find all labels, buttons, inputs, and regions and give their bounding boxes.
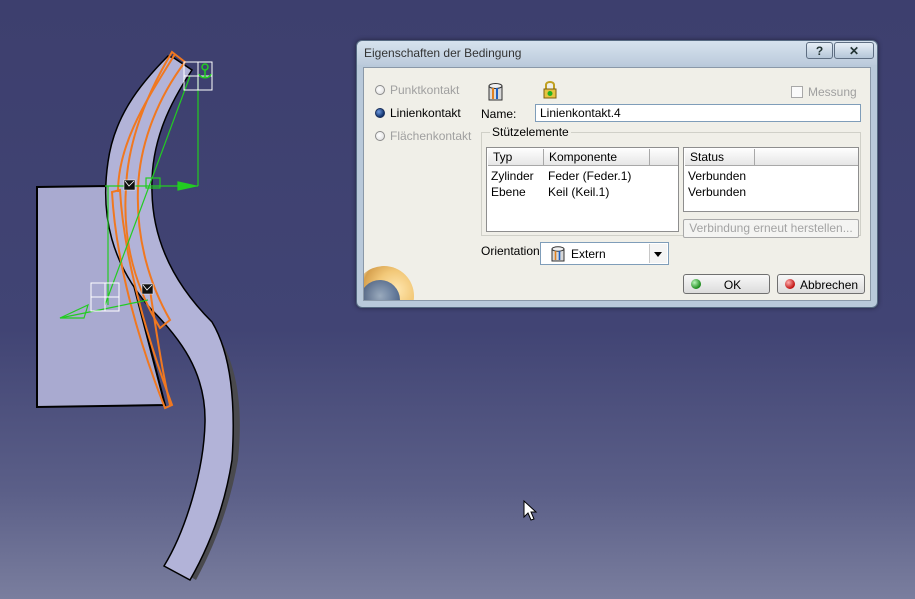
radio-indicator[interactable] xyxy=(375,108,385,118)
measure-checkbox[interactable]: Messung xyxy=(791,85,857,99)
cancel-icon xyxy=(785,279,795,289)
chevron-down-icon[interactable] xyxy=(649,244,667,263)
support-elements-group: Stützelemente Typ Komponente Zylinder Fe… xyxy=(481,125,861,238)
anchor-icon xyxy=(198,63,212,79)
dialog-body: Punktkontakt Linienkontakt Flächenkontak… xyxy=(363,67,871,301)
column-header-status[interactable]: Status xyxy=(685,149,755,166)
radio-label: Punktkontakt xyxy=(390,83,460,97)
orientation-value: Extern xyxy=(571,247,606,261)
radio-surface-contact[interactable]: Flächenkontakt xyxy=(375,129,471,143)
radio-label: Flächenkontakt xyxy=(390,129,472,143)
components-list[interactable]: Typ Komponente Zylinder Feder (Feder.1) … xyxy=(486,147,679,232)
reconnect-button[interactable]: Verbindung erneut herstellen... xyxy=(683,219,859,238)
radio-indicator[interactable] xyxy=(375,85,385,95)
cylinder-icon xyxy=(551,246,565,262)
table-cell-component[interactable]: Keil (Keil.1) xyxy=(548,185,609,199)
title-bar[interactable]: Eigenschaften der Bedingung ? ✕ xyxy=(357,41,877,65)
name-input[interactable]: Linienkontakt.4 xyxy=(535,104,861,122)
dialog-title: Eigenschaften der Bedingung xyxy=(364,46,522,60)
column-header-type[interactable]: Typ xyxy=(488,149,544,166)
table-cell-status[interactable]: Verbunden xyxy=(688,169,746,183)
orientation-select[interactable]: Extern xyxy=(540,242,669,265)
lock-icon[interactable] xyxy=(543,80,557,100)
table-cell-component[interactable]: Feder (Feder.1) xyxy=(548,169,631,183)
radio-line-contact[interactable]: Linienkontakt xyxy=(375,106,461,120)
column-header-filler xyxy=(755,149,858,166)
cylinder-icon[interactable] xyxy=(487,82,505,102)
status-list[interactable]: Status Verbunden Verbunden xyxy=(683,147,859,212)
checkbox-box[interactable] xyxy=(791,86,803,98)
radio-label: Linienkontakt xyxy=(390,106,461,120)
table-cell-type[interactable]: Ebene xyxy=(491,185,526,199)
group-label: Stützelemente xyxy=(490,125,571,139)
ok-label: OK xyxy=(723,278,742,292)
column-header-filler xyxy=(650,149,678,166)
constraint-properties-dialog: Eigenschaften der Bedingung ? ✕ Punktkon… xyxy=(356,40,878,308)
orientation-label: Orientation xyxy=(481,244,540,258)
radio-point-contact[interactable]: Punktkontakt xyxy=(375,83,459,97)
cancel-button[interactable]: Abbrechen xyxy=(777,274,865,294)
help-button[interactable]: ? xyxy=(806,42,833,59)
cancel-label: Abbrechen xyxy=(800,278,859,292)
radio-indicator[interactable] xyxy=(375,131,385,141)
column-header-component[interactable]: Komponente xyxy=(544,149,650,166)
close-button[interactable]: ✕ xyxy=(834,42,874,59)
name-label: Name: xyxy=(481,107,517,121)
mouse-cursor-icon xyxy=(523,499,538,521)
ok-button[interactable]: OK xyxy=(683,274,770,294)
table-cell-type[interactable]: Zylinder xyxy=(491,169,534,183)
measure-label: Messung xyxy=(808,85,857,99)
table-cell-status[interactable]: Verbunden xyxy=(688,185,746,199)
